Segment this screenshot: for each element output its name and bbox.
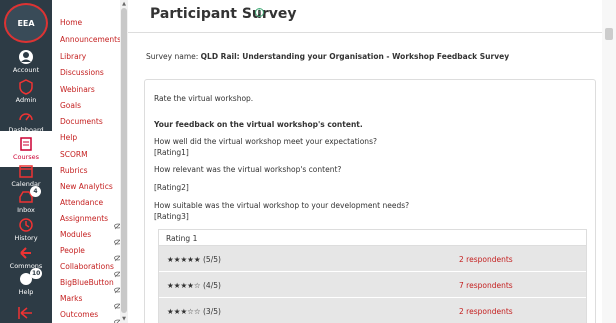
section-heading: Your feedback on the virtual workshop's … <box>154 120 363 129</box>
course-nav-new-analytics[interactable]: New Analytics <box>60 182 113 191</box>
course-nav-attendance[interactable]: Attendance <box>60 198 103 207</box>
global-nav-label: Account <box>12 66 40 74</box>
scroll-down-arrow-icon[interactable]: ▼ <box>120 315 128 323</box>
respondents-link[interactable]: 2 respondents <box>459 307 513 316</box>
course-nav-documents[interactable]: Documents <box>60 117 103 126</box>
account-icon <box>17 48 35 66</box>
global-nav-label: Admin <box>15 96 37 104</box>
results-table-header: Rating 1 <box>159 230 586 246</box>
course-nav-help[interactable]: Help <box>60 133 77 142</box>
table-row: ★★★☆☆ (3/5) 2 respondents <box>159 298 586 323</box>
eea-logo[interactable]: EEA <box>4 3 48 43</box>
courses-icon <box>17 135 35 153</box>
course-nav-modules[interactable]: Modules <box>60 230 91 239</box>
help-badge: 10 <box>30 268 43 279</box>
course-nav-scorm[interactable]: SCORM <box>60 150 88 159</box>
course-nav: Home Announcements Library Discussions W… <box>52 0 122 323</box>
page-scroll-thumb[interactable] <box>605 28 613 40</box>
survey-name-value: QLD Rail: Understanding your Organisatio… <box>200 52 510 61</box>
question-tag: [Rating1] <box>154 148 189 157</box>
survey-card: Rate the virtual workshop. Your feedback… <box>144 79 596 323</box>
survey-intro: Rate the virtual workshop. <box>154 94 254 103</box>
dashboard-icon <box>17 108 35 126</box>
course-nav-outcomes[interactable]: Outcomes <box>60 310 98 319</box>
course-nav-scrollbar[interactable]: ▲ ▼ <box>120 0 128 323</box>
question-text: How suitable was the virtual workshop to… <box>154 201 410 210</box>
question-tag: [Rating2] <box>154 183 189 192</box>
inbox-badge: 4 <box>30 186 41 197</box>
collapse-arrow-icon[interactable] <box>18 305 34 319</box>
page-scrollbar[interactable] <box>602 0 616 323</box>
question-text: How well did the virtual workshop meet y… <box>154 137 377 146</box>
course-nav-marks[interactable]: Marks <box>60 294 82 303</box>
star-rating: ★★★★★ (5/5) <box>167 255 221 264</box>
admin-icon <box>17 78 35 96</box>
respondents-link[interactable]: 2 respondents <box>459 255 513 264</box>
star-rating: ★★★☆☆ (3/5) <box>167 307 221 316</box>
main-content: Participant Survey ? Survey name: QLD Ra… <box>128 0 602 323</box>
page-title: Participant Survey <box>150 6 297 22</box>
course-nav-rubrics[interactable]: Rubrics <box>60 166 88 175</box>
course-nav-goals[interactable]: Goals <box>60 101 81 110</box>
calendar-icon <box>17 162 35 180</box>
question-text: How relevant was the virtual workshop's … <box>154 165 342 174</box>
question-tag: [Rating3] <box>154 212 189 221</box>
course-nav-assignments[interactable]: Assignments <box>60 214 108 223</box>
scroll-up-arrow-icon[interactable]: ▲ <box>120 0 128 8</box>
course-nav-people[interactable]: People <box>60 246 85 255</box>
course-nav-library[interactable]: Library <box>60 52 86 61</box>
global-nav-label: Help <box>18 288 34 296</box>
title-divider <box>128 32 602 33</box>
survey-name-line: Survey name: QLD Rail: Understanding you… <box>146 52 509 61</box>
survey-name-label: Survey name: <box>146 52 199 61</box>
course-nav-announcements[interactable]: Announcements <box>60 35 121 44</box>
star-rating: ★★★★☆ (4/5) <box>167 281 221 290</box>
table-row: ★★★★★ (5/5) 2 respondents <box>159 246 586 272</box>
table-row: ★★★★☆ (4/5) 7 respondents <box>159 272 586 298</box>
respondents-link[interactable]: 7 respondents <box>459 281 513 290</box>
history-icon <box>17 216 35 234</box>
course-nav-discussions[interactable]: Discussions <box>60 68 104 77</box>
global-nav-help[interactable]: 10 Help <box>0 266 52 302</box>
global-nav: EEA Account Admin Dashboard Courses Cale… <box>0 0 52 323</box>
commons-icon <box>17 244 35 262</box>
course-nav-collaborations[interactable]: Collaborations <box>60 262 114 271</box>
course-nav-bigbluebutton[interactable]: BigBlueButton <box>60 278 114 287</box>
help-question-icon[interactable]: ? <box>255 8 264 17</box>
course-nav-webinars[interactable]: Webinars <box>60 85 95 94</box>
results-table: Rating 1 ★★★★★ (5/5) 2 respondents ★★★★☆… <box>158 229 587 323</box>
course-nav-scroll-thumb[interactable] <box>121 8 127 313</box>
course-nav-home[interactable]: Home <box>60 18 82 27</box>
